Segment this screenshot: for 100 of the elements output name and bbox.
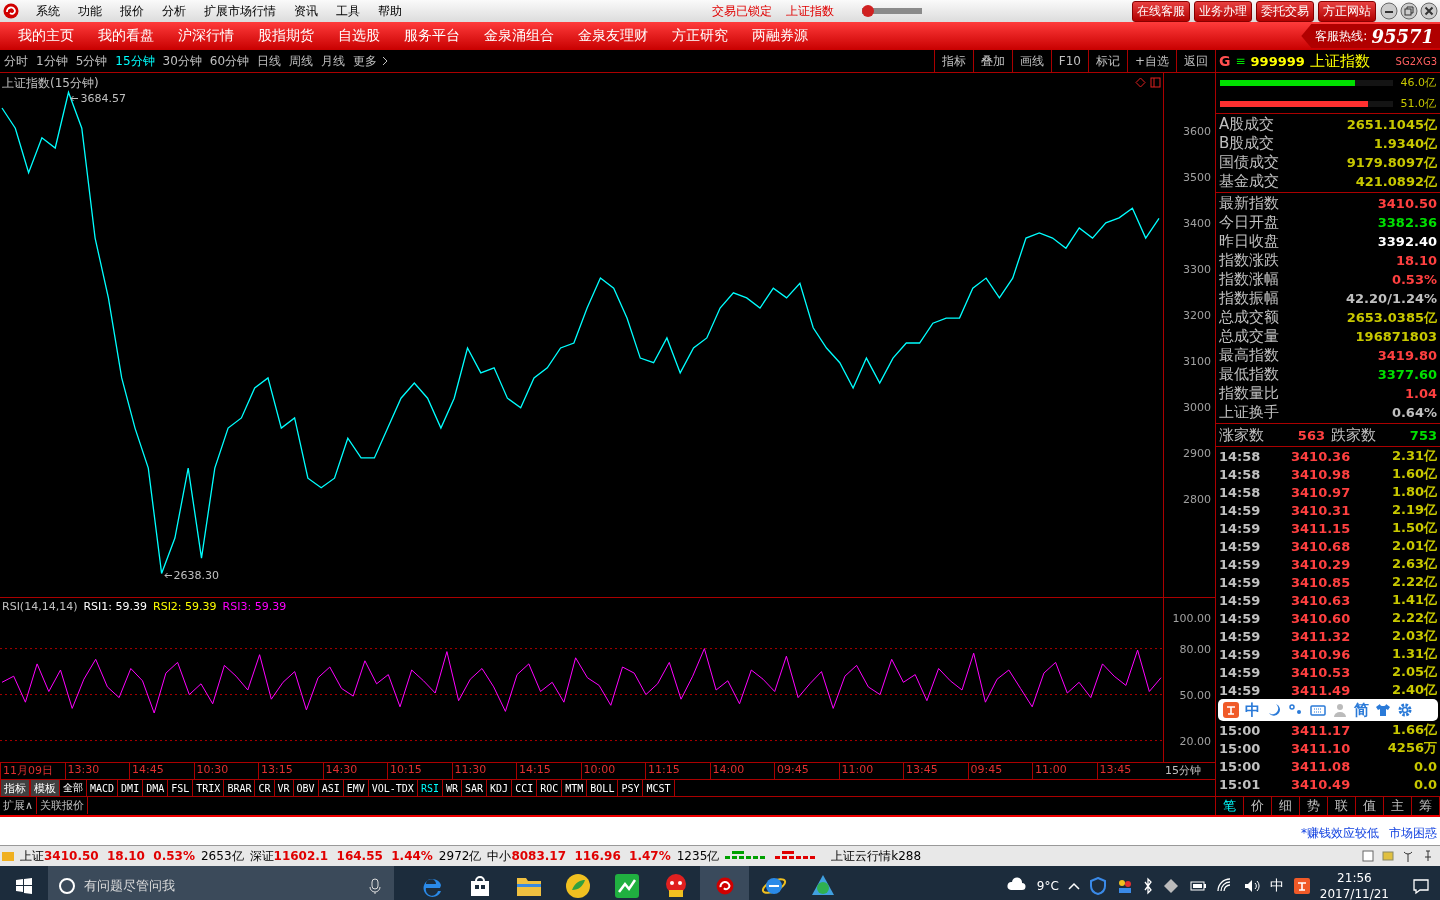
toolbar-button[interactable]: 方正网站 [1318, 0, 1376, 22]
period-tab[interactable]: 1分钟 [32, 52, 72, 70]
weather-temperature[interactable]: 9°C [1036, 879, 1059, 893]
indicator-tab[interactable]: DMI [118, 780, 144, 796]
alert-link[interactable]: 市场困惑 [1389, 825, 1437, 842]
time-label: 11:30 [451, 763, 517, 779]
menu-item[interactable]: 扩展市场行情 [195, 2, 285, 20]
nav-item[interactable]: 金泉友理财 [566, 27, 660, 45]
indicator-tab[interactable]: ASI [318, 780, 344, 796]
indicator-tab[interactable]: PSY [618, 780, 644, 796]
indicator-tab[interactable]: BRAR [224, 780, 256, 796]
close-icon[interactable] [1420, 2, 1438, 20]
indicator-tab[interactable]: RSI [417, 780, 443, 796]
shirt-icon[interactable] [1375, 702, 1391, 718]
slider-thumb[interactable] [862, 5, 874, 17]
minimize-icon[interactable] [1380, 2, 1398, 20]
menu-item[interactable]: 资讯 [285, 2, 327, 20]
windows-logo-icon[interactable] [15, 877, 33, 895]
nav-item[interactable]: 金泉涌组合 [472, 27, 566, 45]
extension-tab[interactable]: 关联报价 [37, 797, 89, 814]
chart-tool-button[interactable]: 画线 [1011, 50, 1051, 72]
indicator-tab[interactable]: CR [255, 780, 275, 796]
nav-item[interactable]: 沪深行情 [166, 27, 246, 45]
chart-app-icon[interactable] [613, 873, 640, 899]
chart-tool-button[interactable]: 标记 [1087, 50, 1127, 72]
chart-tool-button[interactable]: F10 [1050, 50, 1088, 72]
indicator-tab[interactable]: MACD [87, 780, 119, 796]
toolbar-button[interactable]: 委托交易 [1256, 0, 1314, 22]
antenna-icon[interactable] [1402, 850, 1414, 862]
panel-icon[interactable] [1150, 77, 1161, 88]
restore-icon[interactable] [1400, 2, 1418, 20]
nav-item[interactable]: 自选股 [326, 27, 392, 45]
menu-item[interactable]: 功能 [69, 2, 111, 20]
alert-link[interactable]: *赚钱效应较低 [1301, 825, 1379, 842]
period-tab[interactable]: 日线 [253, 52, 286, 70]
menu-item[interactable]: 报价 [111, 2, 153, 20]
indicator-tab[interactable]: MTM [562, 780, 588, 796]
indicator-tab[interactable]: ROC [537, 780, 563, 796]
nav-item[interactable]: 股指期货 [246, 27, 326, 45]
period-tab[interactable]: 5分钟 [71, 52, 112, 70]
indicator-tab[interactable]: FSL [168, 780, 194, 796]
window-icon[interactable] [1362, 850, 1374, 862]
menu-icon[interactable]: ≡ [1235, 54, 1246, 68]
slider[interactable] [862, 5, 922, 17]
nav-item[interactable]: 两融券源 [740, 27, 820, 45]
period-tab[interactable]: 30分钟 [158, 52, 206, 70]
indicator-tab[interactable]: MCST [643, 780, 675, 796]
period-tab[interactable]: 月线 [317, 52, 350, 70]
chevron-icon[interactable] [381, 56, 390, 66]
menu-item[interactable]: 工具 [327, 2, 369, 20]
input-method-indicator[interactable]: 中 [1269, 877, 1284, 895]
indicator-tab[interactable]: 指标 [0, 780, 30, 796]
period-tab[interactable]: 周线 [285, 52, 318, 70]
indicator-tab[interactable]: TRIX [193, 780, 225, 796]
settings-icon[interactable] [1397, 702, 1413, 718]
tick-price: 3410.60 [1291, 610, 1352, 626]
nav-item[interactable]: 方正研究 [660, 27, 740, 45]
indicator-tab[interactable]: EMV [343, 780, 369, 796]
nav-item[interactable]: 服务平台 [392, 27, 472, 45]
clock-date[interactable]: 2017/11/21 [1319, 886, 1389, 900]
shield-icon[interactable] [1088, 877, 1107, 895]
period-tab[interactable]: 分时 [0, 52, 32, 70]
period-tab[interactable]: 15分钟 [111, 52, 159, 70]
moon-icon[interactable] [1266, 702, 1282, 718]
period-tab[interactable]: 60分钟 [205, 52, 254, 70]
toolbar-button[interactable]: 业务办理 [1194, 0, 1252, 22]
indicator-tab[interactable]: OBV [293, 780, 319, 796]
ime-mode-button[interactable]: 中 [1245, 700, 1260, 720]
indicator-tab[interactable]: VR [274, 780, 294, 796]
nav-item[interactable]: 我的主页 [0, 27, 86, 45]
menu-item[interactable]: 分析 [153, 2, 195, 20]
ime-logo-icon[interactable] [1292, 877, 1311, 895]
search-field[interactable]: 有问题尽管问我 [48, 866, 394, 900]
chart-tool-button[interactable]: 叠加 [972, 50, 1012, 72]
indicator-tab[interactable]: WR [442, 780, 462, 796]
indicator-tab[interactable]: SAR [462, 780, 488, 796]
microphone-icon[interactable] [366, 877, 384, 895]
indicator-tab[interactable]: VOL-TDX [368, 780, 418, 796]
indicator-tab[interactable]: DMA [143, 780, 169, 796]
toolbar-button[interactable]: 在线客服 [1132, 0, 1190, 22]
bluetooth-icon[interactable] [1142, 877, 1153, 895]
indicator-tab[interactable]: KDJ [487, 780, 513, 796]
indicator-tab[interactable]: BOLL [587, 780, 619, 796]
keyboard-icon[interactable] [1310, 702, 1326, 718]
axis-label: 50.00 [1179, 688, 1211, 702]
chart-tool-button[interactable]: +自选 [1126, 50, 1176, 72]
period-tab[interactable]: 更多 [349, 52, 382, 70]
chart-tool-button[interactable]: 指标 [933, 50, 973, 72]
nav-item[interactable]: 我的看盘 [86, 27, 166, 45]
notification-icon[interactable] [1412, 877, 1430, 895]
ime-script-button[interactable]: 简 [1354, 700, 1369, 720]
clock-time[interactable]: 21:56 [1337, 870, 1372, 886]
indicator-tab[interactable]: CCI [512, 780, 538, 796]
indicator-tab[interactable]: 模板 [30, 780, 60, 796]
leaf-circle-icon[interactable] [564, 873, 591, 899]
menu-item[interactable]: 帮助 [369, 2, 411, 20]
extension-tab[interactable]: 扩展∧ [0, 797, 38, 814]
indicator-tab[interactable]: 全部 [60, 780, 87, 796]
menu-item[interactable]: 系统 [27, 2, 69, 20]
chart-tool-button[interactable]: 返回 [1176, 50, 1215, 72]
